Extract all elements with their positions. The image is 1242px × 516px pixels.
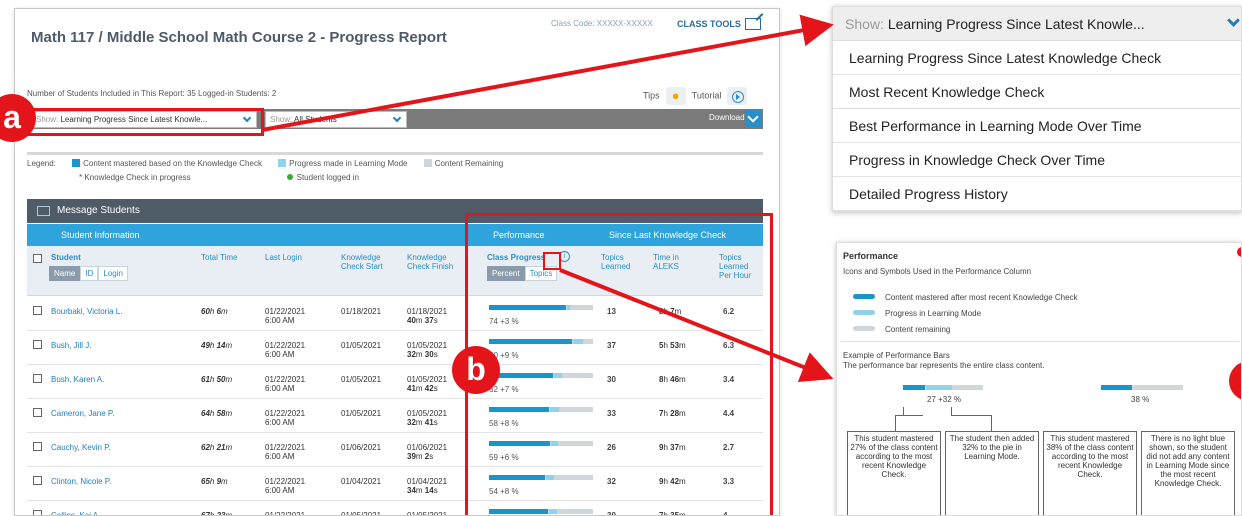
callout-arrows (261, 14, 834, 382)
callout-b: b (452, 346, 500, 394)
arrow-to-dropdown (261, 14, 834, 132)
highlight-show-select (26, 108, 264, 136)
arrow-to-performance (559, 268, 834, 382)
screenshot-stage: Math 117 / Middle School Math Course 2 -… (0, 0, 1242, 516)
